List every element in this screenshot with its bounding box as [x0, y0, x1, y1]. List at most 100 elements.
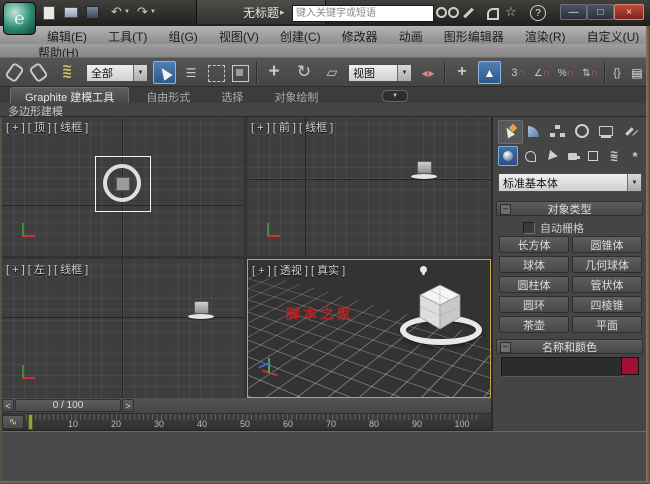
- save-file-button[interactable]: [84, 5, 101, 20]
- bind-to-space-warp-icon[interactable]: ≈≈: [56, 60, 78, 84]
- wrench-icon[interactable]: [463, 7, 475, 19]
- mini-curve-editor-button[interactable]: ∿: [2, 415, 24, 429]
- select-and-move-button[interactable]: +: [262, 60, 286, 84]
- search-binoculars-icon[interactable]: [436, 7, 459, 18]
- tab-hierarchy[interactable]: [546, 120, 569, 142]
- open-file-button[interactable]: [62, 5, 79, 20]
- tab-motion[interactable]: [570, 120, 593, 142]
- redo-button[interactable]: ↷: [134, 4, 151, 19]
- category-cameras[interactable]: [562, 146, 582, 166]
- rectangular-selection-region-icon[interactable]: [208, 65, 225, 82]
- close-button[interactable]: ×: [614, 4, 644, 20]
- percent-snap-toggle-button[interactable]: %∩: [556, 62, 576, 84]
- viewport-perspective[interactable]: [ + ] [ 透视 ] [ 真实 ] 脚本之家: [247, 259, 491, 398]
- viewport-lamp-icon[interactable]: [420, 266, 427, 273]
- communication-center-icon[interactable]: [485, 6, 497, 18]
- menu-animation[interactable]: 动画: [390, 26, 432, 44]
- primitive-teapot-button[interactable]: 茶壶: [499, 316, 569, 333]
- undo-button[interactable]: ↶: [108, 4, 125, 19]
- redo-flyout-arrow-icon[interactable]: ▼: [150, 9, 156, 15]
- menu-group[interactable]: 组(G): [159, 26, 206, 44]
- manipulate-button[interactable]: +: [450, 60, 474, 84]
- primitive-category-dropdown[interactable]: 标准基本体 ▼: [498, 173, 642, 192]
- viewport-top-label[interactable]: [ + ] [ 顶 ] [ 线框 ]: [6, 119, 88, 135]
- time-slider-grip[interactable]: 0 / 100: [15, 399, 121, 412]
- tab-utilities[interactable]: [618, 120, 641, 142]
- primitive-plane-button[interactable]: 平面: [572, 316, 642, 333]
- ribbon-tab-freeform[interactable]: 自由形式: [132, 88, 204, 104]
- primitive-geosphere-button[interactable]: 几何球体: [572, 256, 642, 273]
- undo-flyout-arrow-icon[interactable]: ▼: [124, 9, 130, 15]
- primitive-pyramid-button[interactable]: 四棱锥: [572, 296, 642, 313]
- unlink-selection-icon[interactable]: [28, 62, 48, 83]
- reference-coordinate-dropdown[interactable]: 视图 ▼: [348, 64, 412, 82]
- angle-snap-toggle-button[interactable]: ∠∩: [532, 62, 552, 84]
- menu-rendering[interactable]: 渲染(R): [516, 26, 575, 44]
- viewport-front-label[interactable]: [ + ] [ 前 ] [ 线框 ]: [251, 119, 333, 135]
- help-icon[interactable]: ?: [530, 5, 546, 21]
- viewport-perspective-label[interactable]: [ + ] [ 透视 ] [ 真实 ]: [252, 262, 345, 278]
- object-type-rollout-header[interactable]: – 对象类型: [496, 201, 643, 216]
- minimize-button[interactable]: —: [560, 4, 587, 20]
- select-and-scale-button[interactable]: ▱: [320, 60, 344, 84]
- application-menu-button[interactable]: ℮: [3, 2, 36, 35]
- layer-manager-button[interactable]: ▤: [628, 62, 646, 84]
- ribbon-minimize-button[interactable]: ▼: [382, 90, 408, 102]
- viewport-left-label[interactable]: [ + ] [ 左 ] [ 线框 ]: [6, 261, 88, 277]
- category-lights[interactable]: [541, 146, 561, 166]
- primitive-torus-button[interactable]: 圆环: [499, 296, 569, 313]
- tab-display[interactable]: [594, 120, 617, 142]
- primitive-sphere-button[interactable]: 球体: [499, 256, 569, 273]
- window-crossing-toggle-icon[interactable]: [232, 65, 249, 82]
- current-frame-handle[interactable]: [28, 414, 33, 430]
- menu-customize[interactable]: 自定义(U): [578, 26, 649, 44]
- time-slider-next-button[interactable]: >: [122, 399, 134, 412]
- search-input[interactable]: [292, 5, 434, 22]
- spinner-snap-toggle-button[interactable]: ⇅∩: [580, 62, 600, 84]
- select-by-name-button[interactable]: ☰: [180, 62, 202, 84]
- snaps-toggle-button[interactable]: ▲: [478, 61, 501, 84]
- primitive-cone-button[interactable]: 圆锥体: [572, 236, 642, 253]
- viewport-top[interactable]: [ + ] [ 顶 ] [ 线框 ]: [2, 117, 244, 256]
- menu-views[interactable]: 视图(V): [210, 26, 268, 44]
- named-selection-sets-button[interactable]: {}: [608, 62, 626, 84]
- object-name-field[interactable]: [501, 357, 623, 377]
- scale-icon: ▱: [327, 64, 338, 81]
- search-flyout-icon[interactable]: ▸: [280, 7, 285, 18]
- select-and-rotate-button[interactable]: ↻: [292, 60, 316, 84]
- primitive-tube-button[interactable]: 管状体: [572, 276, 642, 293]
- viewport-left[interactable]: [ + ] [ 左 ] [ 线框 ]: [2, 259, 244, 398]
- new-file-button[interactable]: [40, 5, 57, 20]
- viewport-front[interactable]: [ + ] [ 前 ] [ 线框 ]: [247, 117, 491, 256]
- menu-modifiers[interactable]: 修改器: [333, 26, 387, 44]
- primitive-box-button[interactable]: 长方体: [499, 236, 569, 253]
- time-slider-prev-button[interactable]: <: [2, 399, 14, 412]
- category-space-warps[interactable]: ≈≈: [604, 146, 624, 166]
- toolbar-separator: [256, 62, 257, 84]
- category-geometry[interactable]: [498, 146, 518, 166]
- track-bar[interactable]: ∿ 0 10 20 30 40 50 60 70 80 90 100: [0, 414, 491, 431]
- name-color-rollout-header[interactable]: – 名称和颜色: [496, 339, 643, 354]
- ribbon-tab-selection[interactable]: 选择: [207, 88, 257, 104]
- selection-filter-dropdown[interactable]: 全部 ▼: [86, 64, 148, 82]
- select-object-button[interactable]: [153, 61, 176, 84]
- ribbon-tab-object-paint[interactable]: 对象绘制: [260, 88, 332, 104]
- mirror-button[interactable]: ◀▶: [418, 62, 438, 84]
- autogrid-checkbox[interactable]: [523, 222, 535, 234]
- menu-graph-editors[interactable]: 图形编辑器: [435, 26, 513, 44]
- tab-modify[interactable]: [522, 120, 545, 142]
- tab-create[interactable]: [498, 120, 523, 144]
- select-and-link-icon[interactable]: [4, 62, 24, 83]
- 3d-snap-toggle-button[interactable]: 3∩: [508, 62, 528, 84]
- menu-create[interactable]: 创建(C): [271, 26, 330, 44]
- maximize-button[interactable]: □: [587, 4, 614, 20]
- primitive-cylinder-button[interactable]: 圆柱体: [499, 276, 569, 293]
- category-systems[interactable]: *: [625, 146, 645, 166]
- favorites-star-icon[interactable]: ☆: [505, 4, 517, 20]
- menu-edit[interactable]: 编辑(E): [38, 26, 96, 44]
- category-shapes[interactable]: [520, 146, 540, 166]
- ribbon-tab-graphite[interactable]: Graphite 建模工具: [10, 87, 129, 104]
- menu-tools[interactable]: 工具(T): [99, 26, 156, 44]
- object-color-swatch[interactable]: [621, 357, 639, 375]
- category-helpers[interactable]: [583, 146, 603, 166]
